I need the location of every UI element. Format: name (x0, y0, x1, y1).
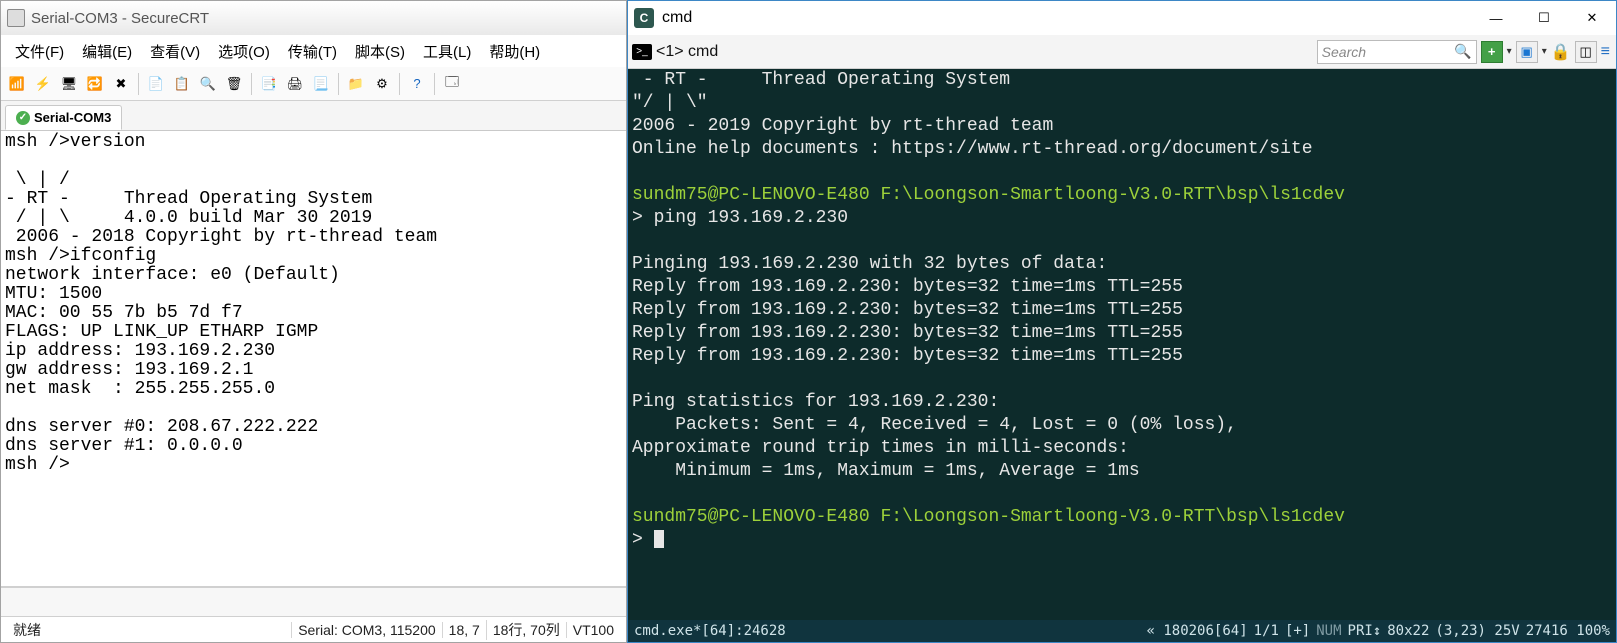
status-size: 80x22 (1387, 623, 1429, 639)
command-input-area[interactable] (1, 586, 626, 616)
menu-edit[interactable]: 编辑(E) (74, 39, 140, 64)
toolbar-sep-2 (251, 73, 252, 95)
title-bar[interactable]: Serial-COM3 - SecureCRT (1, 1, 626, 35)
cursor (654, 530, 664, 548)
tb-find-icon[interactable]: 🔍 (196, 72, 220, 96)
toolbar-sep-5 (434, 73, 435, 95)
new-tab-button[interactable]: + (1481, 41, 1503, 63)
tb-quick-icon[interactable]: ⚡ (31, 72, 55, 96)
status-enc: « 180206[64] (1146, 623, 1247, 639)
status-cursor: (3,23) 25V (1435, 623, 1519, 639)
tb-printscreen-icon[interactable]: 📃 (309, 72, 333, 96)
tb-disconnect-icon[interactable]: ✖ (109, 72, 133, 96)
menu-bar: 文件(F) 编辑(E) 查看(V) 选项(O) 传输(T) 脚本(S) 工具(L… (1, 35, 626, 67)
check-icon: ✓ (16, 111, 30, 125)
dropdown-icon[interactable]: ▾ (1507, 46, 1512, 57)
tb-session-icon[interactable]: 🖥 (57, 72, 81, 96)
title-bar[interactable]: C cmd — ☐ ✕ (628, 1, 1616, 35)
toolbar: 📶 ⚡ 🖥 🔁 ✖ 📄 📋 🔍 🗑 📑 🖨 📃 📁 ⚙ ? 🗔 (1, 67, 626, 101)
menu-tools[interactable]: 工具(L) (415, 39, 479, 64)
securecrt-window: Serial-COM3 - SecureCRT 文件(F) 编辑(E) 查看(V… (0, 0, 627, 643)
terminal-output[interactable]: msh />version \ | / - RT - Thread Operat… (1, 131, 626, 586)
tb-about-icon[interactable]: 🗔 (440, 72, 464, 96)
tb-help-icon[interactable]: ? (405, 72, 429, 96)
window-title: Serial-COM3 - SecureCRT (31, 10, 209, 27)
tb-copy-icon[interactable]: 📄 (144, 72, 168, 96)
maximize-button[interactable]: ☐ (1520, 3, 1568, 33)
status-bar: 就绪 Serial: COM3, 115200 18, 7 18行, 70列 V… (1, 616, 626, 642)
status-pos: 18行, 70列 (486, 620, 566, 640)
status-mode: VT100 (566, 622, 620, 638)
session-tabs: ✓ Serial-COM3 (1, 101, 626, 131)
status-pri: PRI↕ (1348, 623, 1382, 639)
tab-label: Serial-COM3 (34, 110, 111, 125)
status-extra: 27416 100% (1526, 623, 1610, 639)
toolbar-sep (138, 73, 139, 95)
tab-cmd[interactable]: <1> cmd (656, 43, 718, 61)
tb-options-icon[interactable]: ⚙ (370, 72, 394, 96)
terminal-output[interactable]: - RT - Thread Operating System "/ | \" 2… (628, 69, 1616, 620)
close-button[interactable]: ✕ (1568, 3, 1616, 33)
panels-icon[interactable]: ◫ (1575, 41, 1597, 63)
tb-clear-icon[interactable]: 🗑 (222, 72, 246, 96)
status-num: NUM (1316, 623, 1341, 639)
terminal-icon: >_ (632, 44, 652, 60)
toolbar-sep-3 (338, 73, 339, 95)
status-serial: Serial: COM3, 115200 (291, 622, 441, 638)
tab-serial-com3[interactable]: ✓ Serial-COM3 (5, 105, 122, 130)
minimize-button[interactable]: — (1472, 3, 1520, 33)
tb-paste-icon[interactable]: 📋 (170, 72, 194, 96)
dropdown-icon-2[interactable]: ▾ (1542, 46, 1547, 57)
menu-icon[interactable]: ≡ (1601, 43, 1610, 61)
app-icon (7, 9, 25, 27)
status-ready: 就绪 (7, 620, 291, 640)
console-tabbar: >_ <1> cmd Search 🔍 + ▾ ▣ ▾ 🔒 ◫ ≡ (628, 35, 1616, 69)
lock-icon[interactable]: 🔒 (1551, 42, 1571, 62)
tb-connect-icon[interactable]: 📶 (5, 72, 29, 96)
cmder-icon: C (634, 8, 654, 28)
status-bar: cmd.exe*[64]:24628 « 180206[64] 1/1 [+] … (628, 620, 1616, 642)
tb-print-icon[interactable]: 🖨 (283, 72, 307, 96)
tb-reconnect-icon[interactable]: 🔁 (83, 72, 107, 96)
tb-transfer-icon[interactable]: 📁 (344, 72, 368, 96)
search-input[interactable]: Search 🔍 (1317, 40, 1477, 64)
search-placeholder: Search (1322, 44, 1366, 60)
menu-view[interactable]: 查看(V) (142, 39, 208, 64)
status-rc: 18, 7 (442, 622, 486, 638)
menu-script[interactable]: 脚本(S) (347, 39, 413, 64)
search-icon[interactable]: 🔍 (1454, 43, 1471, 60)
menu-options[interactable]: 选项(O) (210, 39, 278, 64)
menu-help[interactable]: 帮助(H) (481, 39, 548, 64)
tb-print-setup-icon[interactable]: 📑 (257, 72, 281, 96)
menu-transfer[interactable]: 传输(T) (280, 39, 345, 64)
status-plus: [+] (1285, 623, 1310, 639)
window-title: cmd (662, 9, 1472, 27)
toolbar-sep-4 (399, 73, 400, 95)
cmd-window: C cmd — ☐ ✕ >_ <1> cmd Search 🔍 + ▾ ▣ ▾ … (627, 0, 1617, 643)
status-pages: 1/1 (1254, 623, 1279, 639)
menu-file[interactable]: 文件(F) (7, 39, 72, 64)
window-button[interactable]: ▣ (1516, 41, 1538, 63)
status-exe: cmd.exe*[64]:24628 (634, 623, 786, 639)
